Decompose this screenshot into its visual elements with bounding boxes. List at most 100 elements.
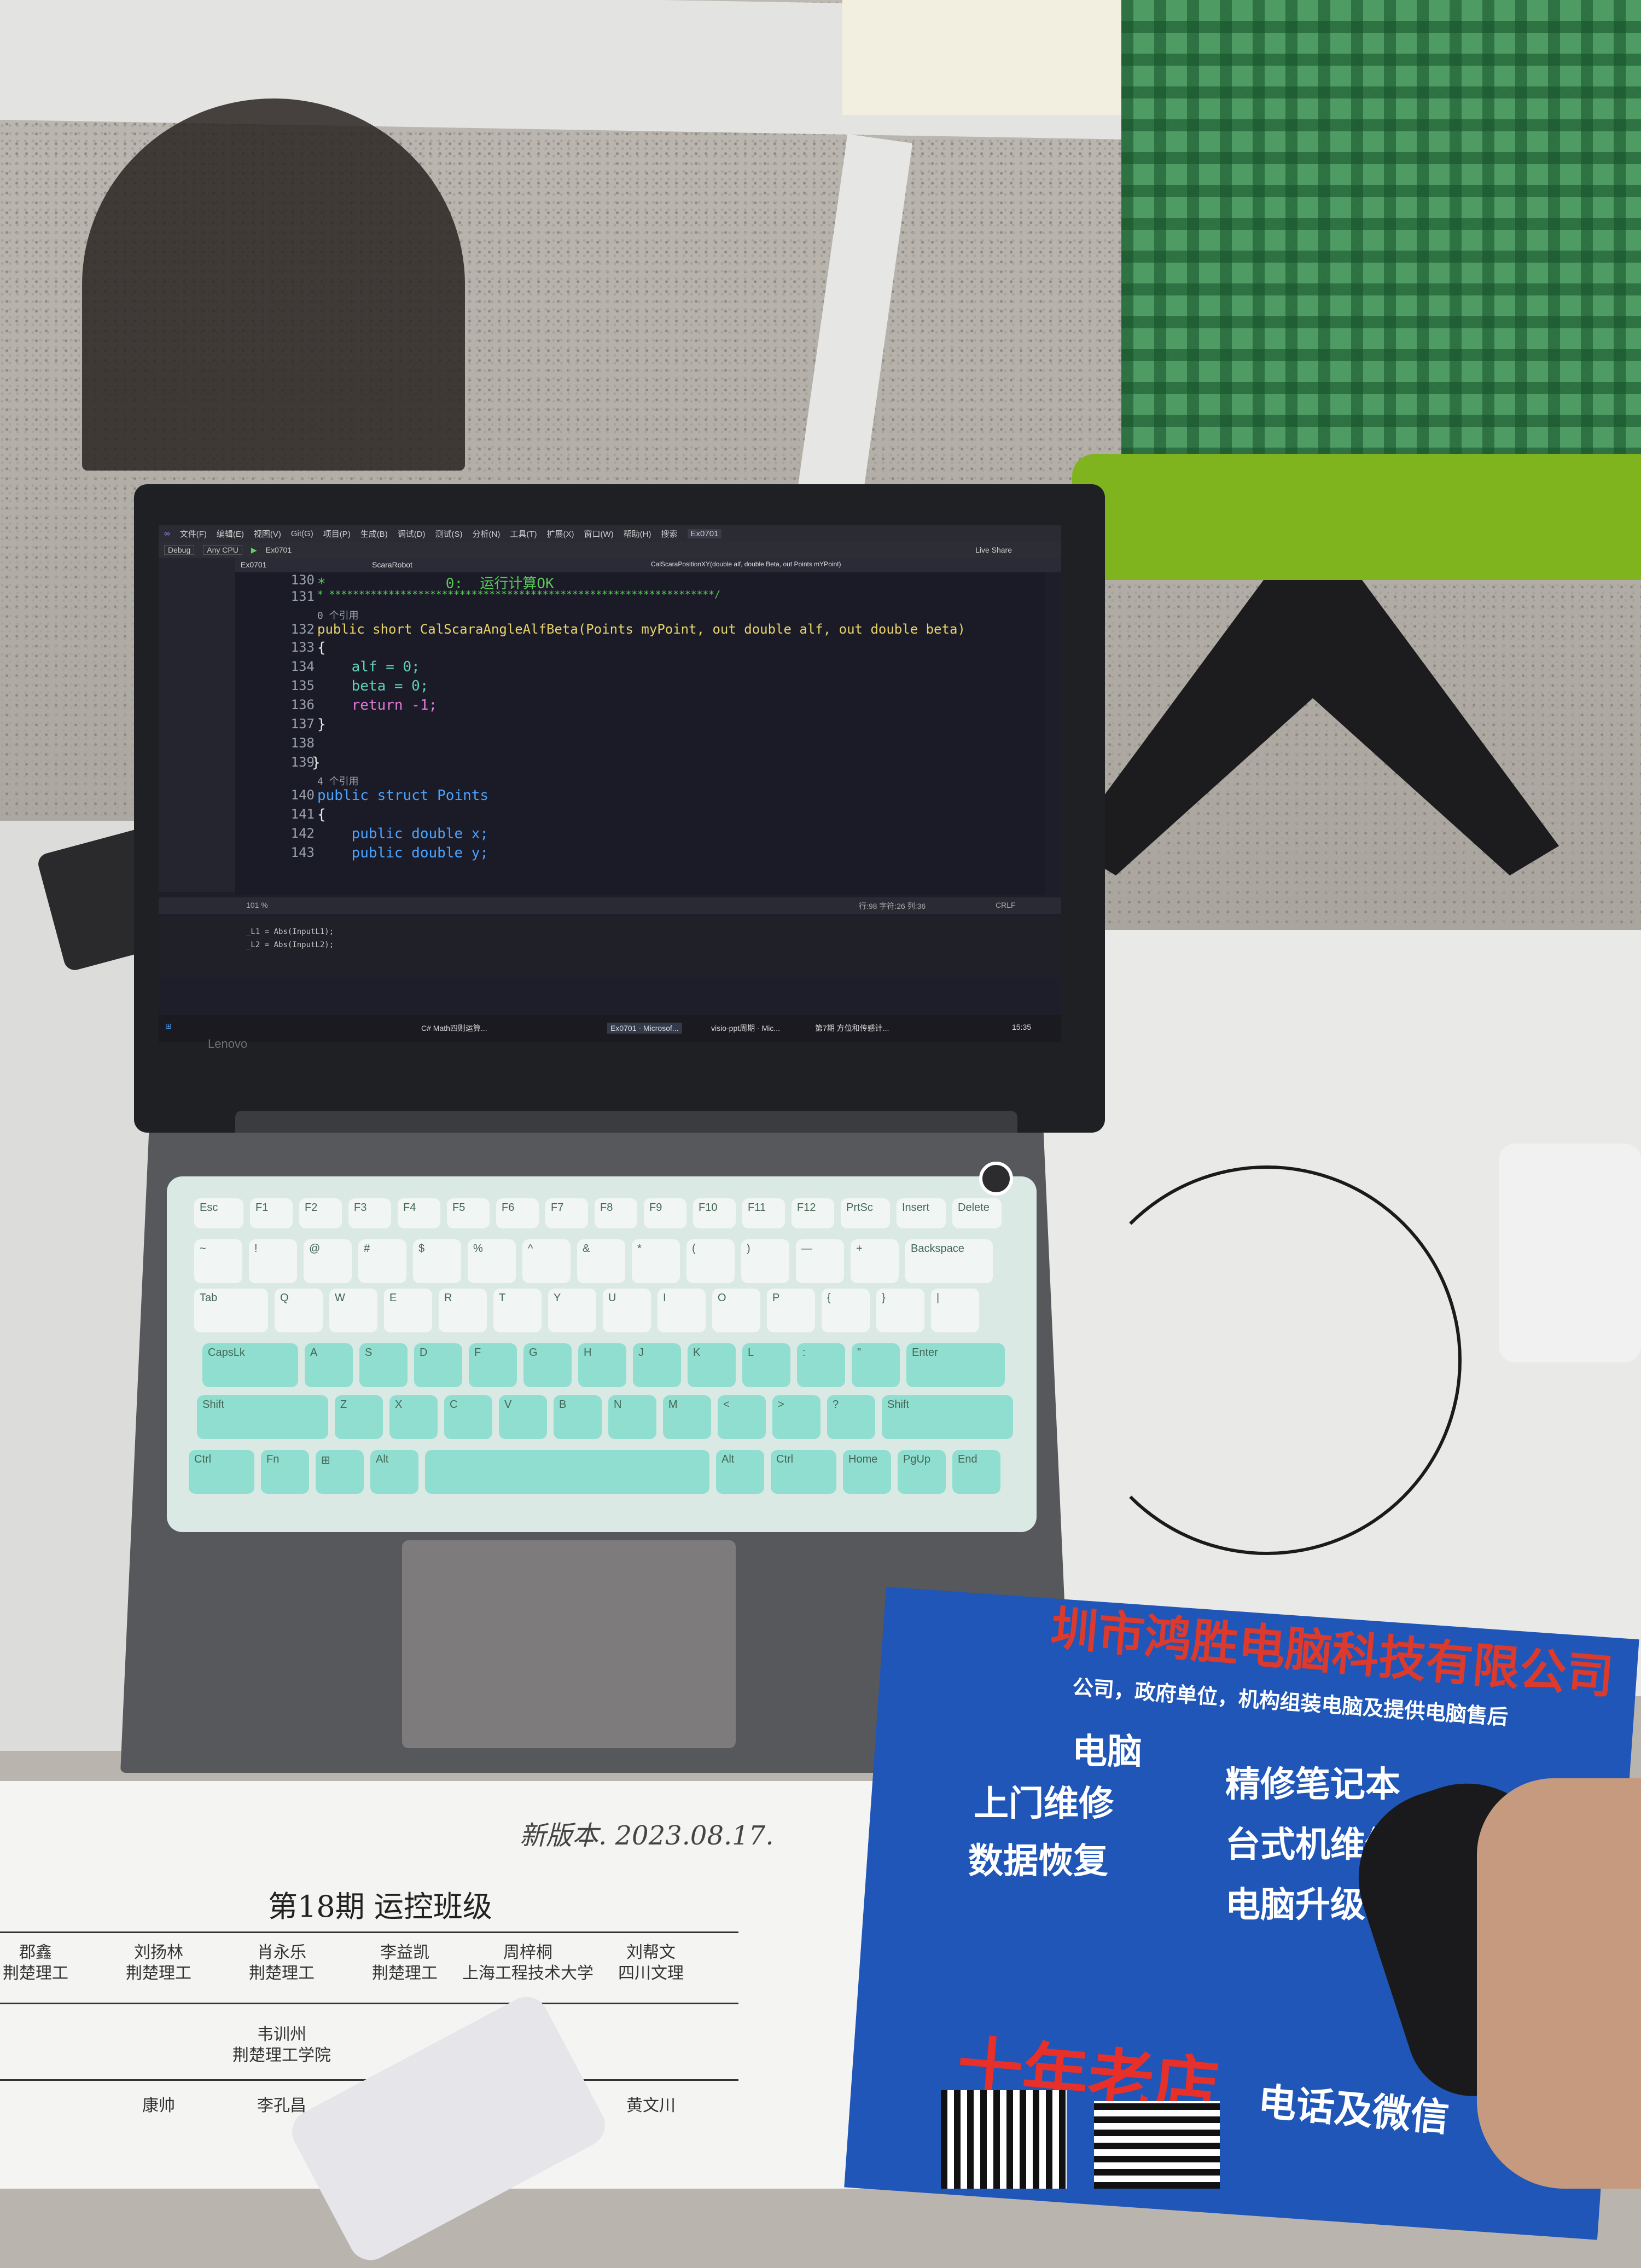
key-v[interactable]: V	[499, 1395, 547, 1439]
key-f2[interactable]: F2	[299, 1198, 342, 1228]
key-n[interactable]: N	[608, 1395, 656, 1439]
key-[interactable]: &	[577, 1239, 625, 1283]
key-insert[interactable]: Insert	[897, 1198, 946, 1228]
key-[interactable]: |	[931, 1289, 979, 1332]
menu-tools[interactable]: 工具(T)	[510, 528, 537, 540]
key-[interactable]: +	[851, 1239, 899, 1283]
key-x[interactable]: X	[389, 1395, 438, 1439]
key-l[interactable]: L	[742, 1343, 790, 1387]
key-f11[interactable]: F11	[742, 1198, 785, 1228]
key-[interactable]: )	[741, 1239, 789, 1283]
platform-dropdown[interactable]: Any CPU	[203, 545, 242, 555]
key-[interactable]: —	[796, 1239, 844, 1283]
menu-file[interactable]: 文件(F)	[180, 528, 207, 540]
key-prtsc[interactable]: PrtSc	[841, 1198, 890, 1228]
menu-debug[interactable]: 调试(D)	[398, 528, 426, 540]
menu-view[interactable]: 视图(V)	[254, 528, 281, 540]
key-pgup[interactable]: PgUp	[898, 1450, 946, 1494]
key-delete[interactable]: Delete	[952, 1198, 1002, 1228]
tab-ex0701[interactable]: Ex0701	[241, 560, 266, 569]
menu-window[interactable]: 窗口(W)	[584, 528, 614, 540]
line-ending[interactable]: CRLF	[996, 901, 1016, 909]
key-f6[interactable]: F6	[496, 1198, 539, 1228]
code-editor[interactable]: 130 * 0: 运行计算OK 131 * ******************…	[235, 572, 1045, 895]
key-[interactable]: "	[852, 1343, 900, 1387]
key-[interactable]: !	[249, 1239, 297, 1283]
key-u[interactable]: U	[603, 1289, 651, 1332]
key-o[interactable]: O	[712, 1289, 760, 1332]
key-[interactable]: *	[632, 1239, 680, 1283]
key-f1[interactable]: F1	[250, 1198, 293, 1228]
key-z[interactable]: Z	[335, 1395, 383, 1439]
key-r[interactable]: R	[439, 1289, 487, 1332]
live-share-button[interactable]: Live Share	[975, 546, 1012, 554]
key-[interactable]: @	[304, 1239, 352, 1283]
key-t[interactable]: T	[493, 1289, 542, 1332]
key-c[interactable]: C	[444, 1395, 492, 1439]
key-tab[interactable]: Tab	[194, 1289, 268, 1332]
start-project[interactable]: Ex0701	[266, 546, 292, 554]
clock[interactable]: 15:35	[1012, 1023, 1031, 1031]
key-[interactable]: >	[772, 1395, 821, 1439]
key-[interactable]: :	[797, 1343, 845, 1387]
key-g[interactable]: G	[523, 1343, 572, 1387]
key-f7[interactable]: F7	[545, 1198, 588, 1228]
menu-test[interactable]: 测试(S)	[435, 528, 463, 540]
config-dropdown[interactable]: Debug	[164, 545, 195, 555]
key-f3[interactable]: F3	[348, 1198, 391, 1228]
key-[interactable]: {	[822, 1289, 870, 1332]
power-button[interactable]	[979, 1162, 1013, 1196]
start-icon[interactable]: ⊞	[165, 1022, 172, 1031]
key-shift[interactable]: Shift	[882, 1395, 1013, 1439]
menu-build[interactable]: 生成(B)	[360, 528, 388, 540]
nav-class[interactable]: ScaraRobot	[372, 560, 412, 569]
key-j[interactable]: J	[633, 1343, 681, 1387]
key-[interactable]: ~	[194, 1239, 242, 1283]
key-y[interactable]: Y	[548, 1289, 596, 1332]
key-s[interactable]: S	[359, 1343, 408, 1387]
menu-project[interactable]: 项目(P)	[323, 528, 351, 540]
key-end[interactable]: End	[952, 1450, 1000, 1494]
key-f9[interactable]: F9	[644, 1198, 686, 1228]
key-b[interactable]: B	[554, 1395, 602, 1439]
key-m[interactable]: M	[663, 1395, 711, 1439]
key-f5[interactable]: F5	[447, 1198, 490, 1228]
key-f[interactable]: F	[469, 1343, 517, 1387]
key-[interactable]: #	[358, 1239, 406, 1283]
key-alt[interactable]: Alt	[370, 1450, 418, 1494]
key-w[interactable]: W	[329, 1289, 377, 1332]
reference-count[interactable]: 4 个引用	[317, 774, 359, 788]
menu-extensions[interactable]: 扩展(X)	[547, 528, 574, 540]
key-ctrl[interactable]: Ctrl	[771, 1450, 836, 1494]
key-[interactable]: ?	[827, 1395, 875, 1439]
taskbar-item[interactable]: Ex0701 - Microsof...	[607, 1023, 682, 1034]
key-enter[interactable]: Enter	[906, 1343, 1005, 1387]
zoom-level[interactable]: 101 %	[246, 901, 268, 909]
menu-git[interactable]: Git(G)	[291, 529, 313, 538]
key-i[interactable]: I	[657, 1289, 706, 1332]
search-box[interactable]: 搜索	[661, 528, 677, 540]
menu-analyze[interactable]: 分析(N)	[473, 528, 501, 540]
key-space[interactable]	[425, 1450, 709, 1494]
key-[interactable]: ^	[522, 1239, 571, 1283]
key-k[interactable]: K	[688, 1343, 736, 1387]
key-a[interactable]: A	[305, 1343, 353, 1387]
play-icon[interactable]: ▶	[251, 546, 257, 555]
key-home[interactable]: Home	[843, 1450, 891, 1494]
taskbar-item[interactable]: visio-ppt周期 - Mic...	[711, 1023, 780, 1034]
taskbar-item[interactable]: 第7期 方位和传感计...	[815, 1023, 889, 1034]
key-[interactable]: <	[718, 1395, 766, 1439]
menu-help[interactable]: 帮助(H)	[624, 528, 651, 540]
key-backspace[interactable]: Backspace	[905, 1239, 993, 1283]
key-q[interactable]: Q	[275, 1289, 323, 1332]
key-[interactable]: $	[413, 1239, 461, 1283]
nav-method[interactable]: CalScaraPositionXY(double alf, double Be…	[651, 560, 841, 568]
key-f8[interactable]: F8	[595, 1198, 637, 1228]
key-[interactable]: (	[686, 1239, 735, 1283]
key-[interactable]: }	[876, 1289, 924, 1332]
touchpad[interactable]	[402, 1540, 736, 1748]
key-alt[interactable]: Alt	[716, 1450, 764, 1494]
menu-edit[interactable]: 编辑(E)	[217, 528, 244, 540]
key-fn[interactable]: Fn	[261, 1450, 309, 1494]
key-esc[interactable]: Esc	[194, 1198, 243, 1228]
